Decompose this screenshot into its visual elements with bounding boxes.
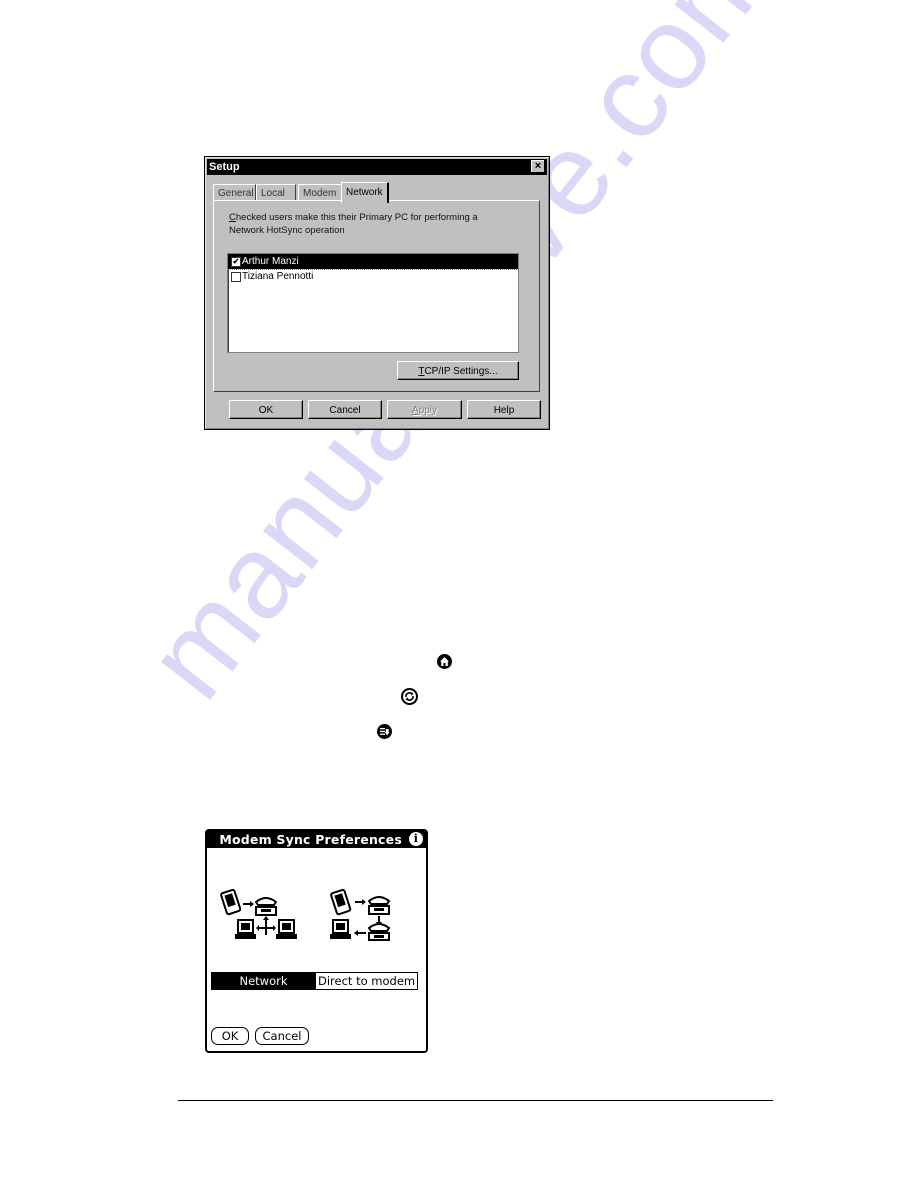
palm-title-bar: Modem Sync Preferences i [207,831,426,848]
modem-sync-preferences-dialog: Modem Sync Preferences i Network Direct … [205,829,428,1053]
arrow [259,918,273,935]
description-text: hecked users make this their Primary PC … [235,212,478,223]
modem-phone-icon [367,896,391,915]
palm-ok-button[interactable]: OK [211,1027,249,1045]
apply-button[interactable]: Apply [387,400,462,419]
network-tab-panel: Checked users make this their Primary PC… [213,200,540,392]
network-description: Checked users make this their Primary PC… [229,211,529,237]
mode-network-button[interactable]: Network [212,973,315,989]
computer-icon [330,919,351,939]
mnemonic-char: A [411,405,419,416]
handheld-icon [220,889,242,916]
help-button[interactable]: Help [467,400,541,419]
palm-dialog-title: Modem Sync Preferences [219,832,402,847]
ok-button[interactable]: OK [229,400,303,419]
tab-modem[interactable]: Modem [298,184,342,201]
menu-icon [377,724,392,739]
user-name: Arthur Manzi [242,256,299,267]
mnemonic-char: C [229,212,236,223]
modem-phone-icon [367,923,391,941]
info-icon[interactable]: i [409,832,423,846]
direct-modem-diagram [330,889,391,941]
computer-icon [235,919,256,939]
button-label: pply [418,405,438,416]
home-icon [437,654,452,669]
cancel-button[interactable]: Cancel [308,400,382,419]
tab-local[interactable]: Local [256,184,296,201]
user-name: Tiziana Pennotti [242,271,314,282]
tab-general[interactable]: General [213,184,256,201]
close-button[interactable]: × [531,160,545,173]
tab-network[interactable]: Network [341,182,389,203]
close-icon: × [534,160,542,172]
handheld-icon [330,889,352,916]
modem-phone-icon [254,897,278,916]
user-list-item[interactable]: Tiziana Pennotti [228,269,518,284]
user-checkbox-unchecked[interactable] [231,271,241,282]
button-label: CP/IP Settings... [424,366,498,377]
sync-mode-selector: Network Direct to modem [211,972,418,990]
tcpip-settings-button[interactable]: TCP/IP Settings... [397,361,519,380]
palm-cancel-button[interactable]: Cancel [255,1027,309,1045]
dialog-title-bar: Setup × [207,159,547,175]
description-text-line2: Network HotSync operation [229,225,345,236]
mode-direct-to-modem-button[interactable]: Direct to modem [315,973,417,989]
user-checkbox-checked[interactable]: ✔ [231,256,241,267]
footer-divider [178,1100,773,1101]
network-diagram [220,889,297,939]
dialog-title: Setup [209,161,240,173]
setup-dialog: Setup × General Local Modem Network Chec… [204,156,550,430]
computer-icon [276,919,297,939]
users-listbox[interactable]: ✔ Arthur Manzi Tiziana Pennotti [227,253,519,353]
hotsync-icon [401,688,418,705]
user-list-item[interactable]: ✔ Arthur Manzi [227,253,519,270]
